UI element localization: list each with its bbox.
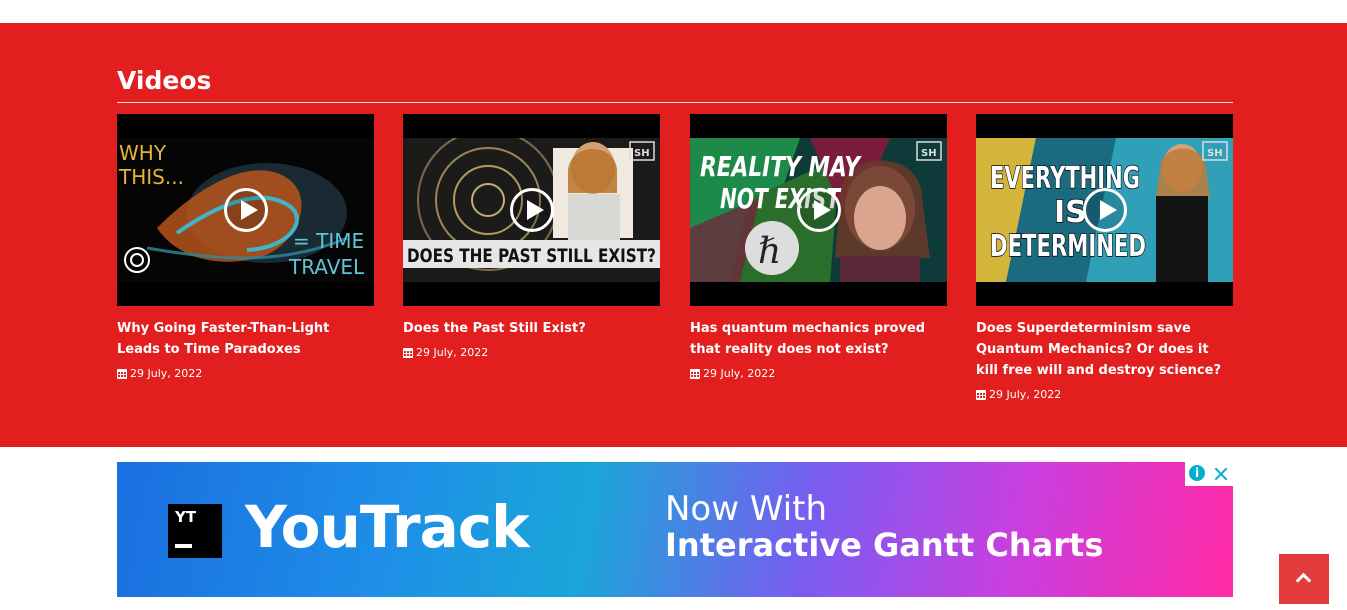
calendar-icon — [690, 369, 700, 379]
thumb-text: DOES THE PAST STILL EXIST? — [407, 245, 656, 267]
youtrack-logo: YT — [168, 504, 222, 558]
video-date: 29 July, 2022 — [976, 387, 1233, 403]
ad-banner[interactable]: YT YouTrack Now With Interactive Gantt C… — [117, 462, 1233, 597]
video-date: 29 July, 2022 — [403, 345, 660, 361]
thumb-text: THIS... — [118, 165, 184, 189]
thumb-badge: SH — [634, 148, 650, 159]
video-date-text: 29 July, 2022 — [989, 388, 1062, 401]
thumb-text: WHY — [119, 141, 167, 165]
video-date: 29 July, 2022 — [690, 366, 947, 382]
thumb-text: TRAVEL — [288, 255, 365, 279]
section-heading: Videos — [117, 66, 212, 95]
thumb-text: IS — [1054, 195, 1087, 230]
calendar-icon — [117, 369, 127, 379]
play-icon[interactable] — [223, 188, 268, 232]
video-title[interactable]: Does Superdeterminism save Quantum Mecha… — [976, 318, 1233, 381]
video-thumbnail[interactable]: ℏ SH REALITY MAY NOT EXIST — [690, 114, 947, 306]
thumb-text: REALITY MAY — [700, 150, 862, 183]
play-icon[interactable] — [509, 188, 554, 232]
video-title[interactable]: Has quantum mechanics proved that realit… — [690, 318, 947, 360]
play-icon[interactable] — [796, 188, 841, 232]
thumb-symbol: ℏ — [758, 231, 781, 272]
video-thumbnail[interactable]: WHY THIS... = TIME TRAVEL — [117, 114, 374, 306]
heading-divider — [117, 102, 1233, 103]
logo-bar — [175, 544, 192, 548]
video-date: 29 July, 2022 — [117, 366, 374, 382]
logo-letters: YT — [175, 508, 197, 526]
ad-subheadline: Interactive Gantt Charts — [665, 526, 1104, 564]
thumb-badge: SH — [921, 148, 937, 159]
close-icon[interactable] — [1209, 462, 1233, 486]
video-date-text: 29 July, 2022 — [416, 346, 489, 359]
thumb-text: DETERMINED — [990, 229, 1146, 264]
video-title[interactable]: Why Going Faster-Than-Light Leads to Tim… — [117, 318, 374, 360]
videos-section: Videos WHY THIS... = TIME TRAVEL Why Goi… — [0, 23, 1347, 447]
video-date-text: 29 July, 2022 — [703, 367, 776, 380]
calendar-icon — [976, 390, 986, 400]
video-card[interactable]: SH EVERYTHING IS DETERMINED Does Superde… — [976, 114, 1233, 403]
video-title[interactable]: Does the Past Still Exist? — [403, 318, 660, 339]
video-thumbnail[interactable]: SH DOES THE PAST STILL EXIST? — [403, 114, 660, 306]
scroll-to-top-button[interactable] — [1279, 554, 1329, 604]
video-card[interactable]: SH DOES THE PAST STILL EXIST? Does the P… — [403, 114, 660, 361]
thumb-text: EVERYTHING — [990, 161, 1140, 196]
play-icon[interactable] — [1082, 188, 1127, 232]
video-card[interactable]: WHY THIS... = TIME TRAVEL Why Going Fast… — [117, 114, 374, 382]
video-date-text: 29 July, 2022 — [130, 367, 203, 380]
info-icon[interactable] — [1185, 462, 1209, 486]
ad-headline: Now With — [665, 489, 828, 529]
calendar-icon — [403, 348, 413, 358]
thumb-text: = TIME — [293, 229, 364, 253]
video-card[interactable]: ℏ SH REALITY MAY NOT EXIST Has quantum m… — [690, 114, 947, 382]
ad-brand: YouTrack — [245, 493, 530, 561]
thumb-badge: SH — [1207, 148, 1223, 159]
video-thumbnail[interactable]: SH EVERYTHING IS DETERMINED — [976, 114, 1233, 306]
